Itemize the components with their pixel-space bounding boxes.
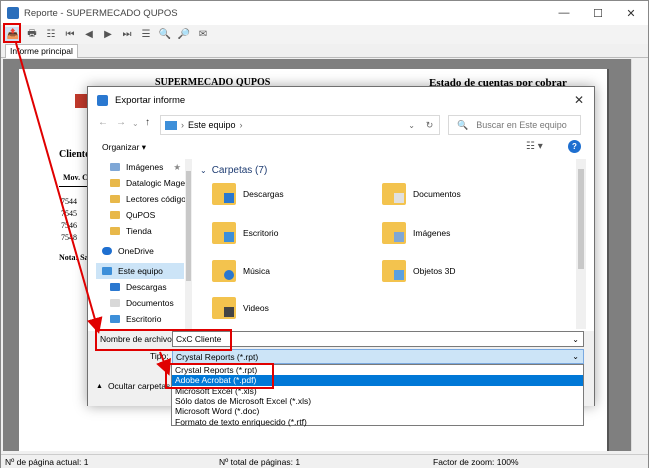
arrow-to-pdf: [156, 351, 171, 376]
arrow-to-filename: [15, 42, 103, 334]
annotation-arrows: [15, 42, 171, 376]
